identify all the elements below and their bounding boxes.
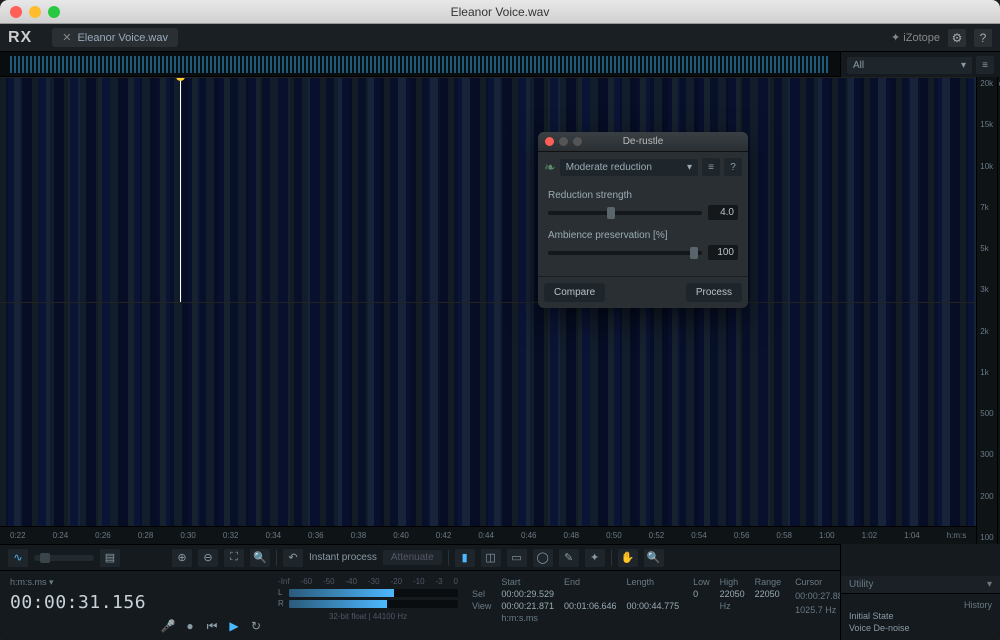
loop-icon[interactable]: ↻ xyxy=(248,618,264,634)
file-tab-label: Eleanor Voice.wav xyxy=(77,32,168,44)
tf-select-icon[interactable]: ◫ xyxy=(481,549,501,567)
reduction-slider[interactable] xyxy=(548,211,702,215)
amplitude-colormap: dB xyxy=(997,77,1000,544)
zoom-tool2-icon[interactable]: 🔍 xyxy=(644,549,664,567)
history-panel: History Initial State Voice De-noise xyxy=(841,593,1000,640)
spectrogram-right[interactable] xyxy=(0,302,976,527)
spectrogram-view-icon[interactable]: ▤ xyxy=(100,549,120,567)
reduction-label: Reduction strength xyxy=(548,190,738,201)
mic-icon[interactable]: 🎤 xyxy=(160,618,176,634)
zoom-tool-icon[interactable]: 🔍 xyxy=(250,549,270,567)
window-title: Eleanor Voice.wav xyxy=(0,5,1000,19)
brand-logo: ✦ iZotope xyxy=(891,31,940,44)
module-filter-dropdown[interactable]: All▾ xyxy=(847,57,972,74)
dialog-help-icon[interactable]: ? xyxy=(724,158,742,176)
instant-process-label: Instant process xyxy=(309,552,377,563)
time-select-icon[interactable]: ▮ xyxy=(455,549,475,567)
derustle-dialog: De-rustle ❧ Moderate reduction▾ ≡ ? Redu… xyxy=(538,132,748,308)
close-tab-icon[interactable]: ✕ xyxy=(62,31,71,44)
zoom-sel-icon[interactable]: ⛶ xyxy=(224,549,244,567)
lasso-icon[interactable]: ◯ xyxy=(533,549,553,567)
instant-process-mode[interactable]: Attenuate xyxy=(383,550,442,565)
ambience-slider[interactable] xyxy=(548,251,702,255)
ambience-label: Ambience preservation [%] xyxy=(548,230,738,241)
undo-icon[interactable]: ↶ xyxy=(283,549,303,567)
app-logo: RX xyxy=(8,29,32,47)
dialog-title: De-rustle xyxy=(538,136,748,147)
settings-icon[interactable]: ⚙ xyxy=(948,29,966,47)
compare-button[interactable]: Compare xyxy=(544,283,605,302)
tc-format-dropdown[interactable]: h:m:s.ms ▾ xyxy=(10,577,146,588)
ambience-value[interactable]: 100 xyxy=(708,245,738,260)
preset-list-icon[interactable]: ≡ xyxy=(702,158,720,176)
wand-icon[interactable]: ✦ xyxy=(585,549,605,567)
reduction-value[interactable]: 4.0 xyxy=(708,205,738,220)
section-utility[interactable]: Utility▾ xyxy=(841,576,1000,593)
freq-select-icon[interactable]: ▭ xyxy=(507,549,527,567)
history-item[interactable]: Initial State xyxy=(849,610,992,622)
rewind-icon[interactable]: ⏮ xyxy=(204,618,220,634)
chevron-down-icon: ▾ xyxy=(687,162,692,173)
waveform-overview[interactable] xyxy=(0,52,840,77)
chevron-down-icon: ▾ xyxy=(961,60,966,71)
main-row: 0:220:240:260:280:300:320:340:360:380:40… xyxy=(0,52,1000,640)
spectrogram-left[interactable] xyxy=(0,77,976,302)
process-button[interactable]: Process xyxy=(686,283,742,302)
editor-toolbar: ∿ ▤ ⊕ ⊖ ⛶ 🔍 ↶ Instant process Attenuate … xyxy=(0,544,840,570)
mac-titlebar: Eleanor Voice.wav xyxy=(0,0,1000,24)
waveform-view-icon[interactable]: ∿ xyxy=(8,549,28,567)
brush-icon[interactable]: ✎ xyxy=(559,549,579,567)
record-icon[interactable]: ● xyxy=(182,618,198,634)
overview-waveform-icon xyxy=(10,56,830,73)
history-title: History xyxy=(849,600,992,610)
module-list-view-icon[interactable]: ≡ xyxy=(976,56,994,74)
file-tab[interactable]: ✕ Eleanor Voice.wav xyxy=(52,28,178,47)
playhead-icon[interactable] xyxy=(180,78,181,302)
dialog-titlebar[interactable]: De-rustle xyxy=(538,132,748,152)
grab-icon[interactable]: ✋ xyxy=(618,549,638,567)
timecode-display[interactable]: 00:00:31.156 xyxy=(10,592,146,613)
app-header: RX ✕ Eleanor Voice.wav ✦ iZotope ⚙ ? xyxy=(0,24,1000,52)
preset-dropdown[interactable]: Moderate reduction▾ xyxy=(560,159,698,176)
zoom-in-icon[interactable]: ⊕ xyxy=(172,549,192,567)
app-window: Eleanor Voice.wav RX ✕ Eleanor Voice.wav… xyxy=(0,0,1000,640)
play-icon[interactable]: ▶ xyxy=(226,618,242,634)
zoom-out-icon[interactable]: ⊖ xyxy=(198,549,218,567)
wave-spectro-balance-slider[interactable] xyxy=(34,555,94,561)
audio-format-label: 32-bit float | 44100 Hz xyxy=(278,612,458,621)
help-icon[interactable]: ? xyxy=(974,29,992,47)
chevron-down-icon: ▾ xyxy=(987,579,992,590)
derustle-icon: ❧ xyxy=(544,159,556,176)
time-ruler[interactable]: 0:220:240:260:280:300:320:340:360:380:40… xyxy=(0,526,976,544)
output-meters: -Inf-60-50-40-30-20-10-30 L R 32-bit flo… xyxy=(278,577,458,634)
history-item[interactable]: Voice De-noise xyxy=(849,622,992,634)
frequency-scale: 20k15k10k7k5k3k2k1k500300200100 xyxy=(976,77,996,544)
transport-bar: h:m:s.ms ▾ 00:00:31.156 🎤 ● ⏮ ▶ ↻ -Inf-6… xyxy=(0,570,840,640)
